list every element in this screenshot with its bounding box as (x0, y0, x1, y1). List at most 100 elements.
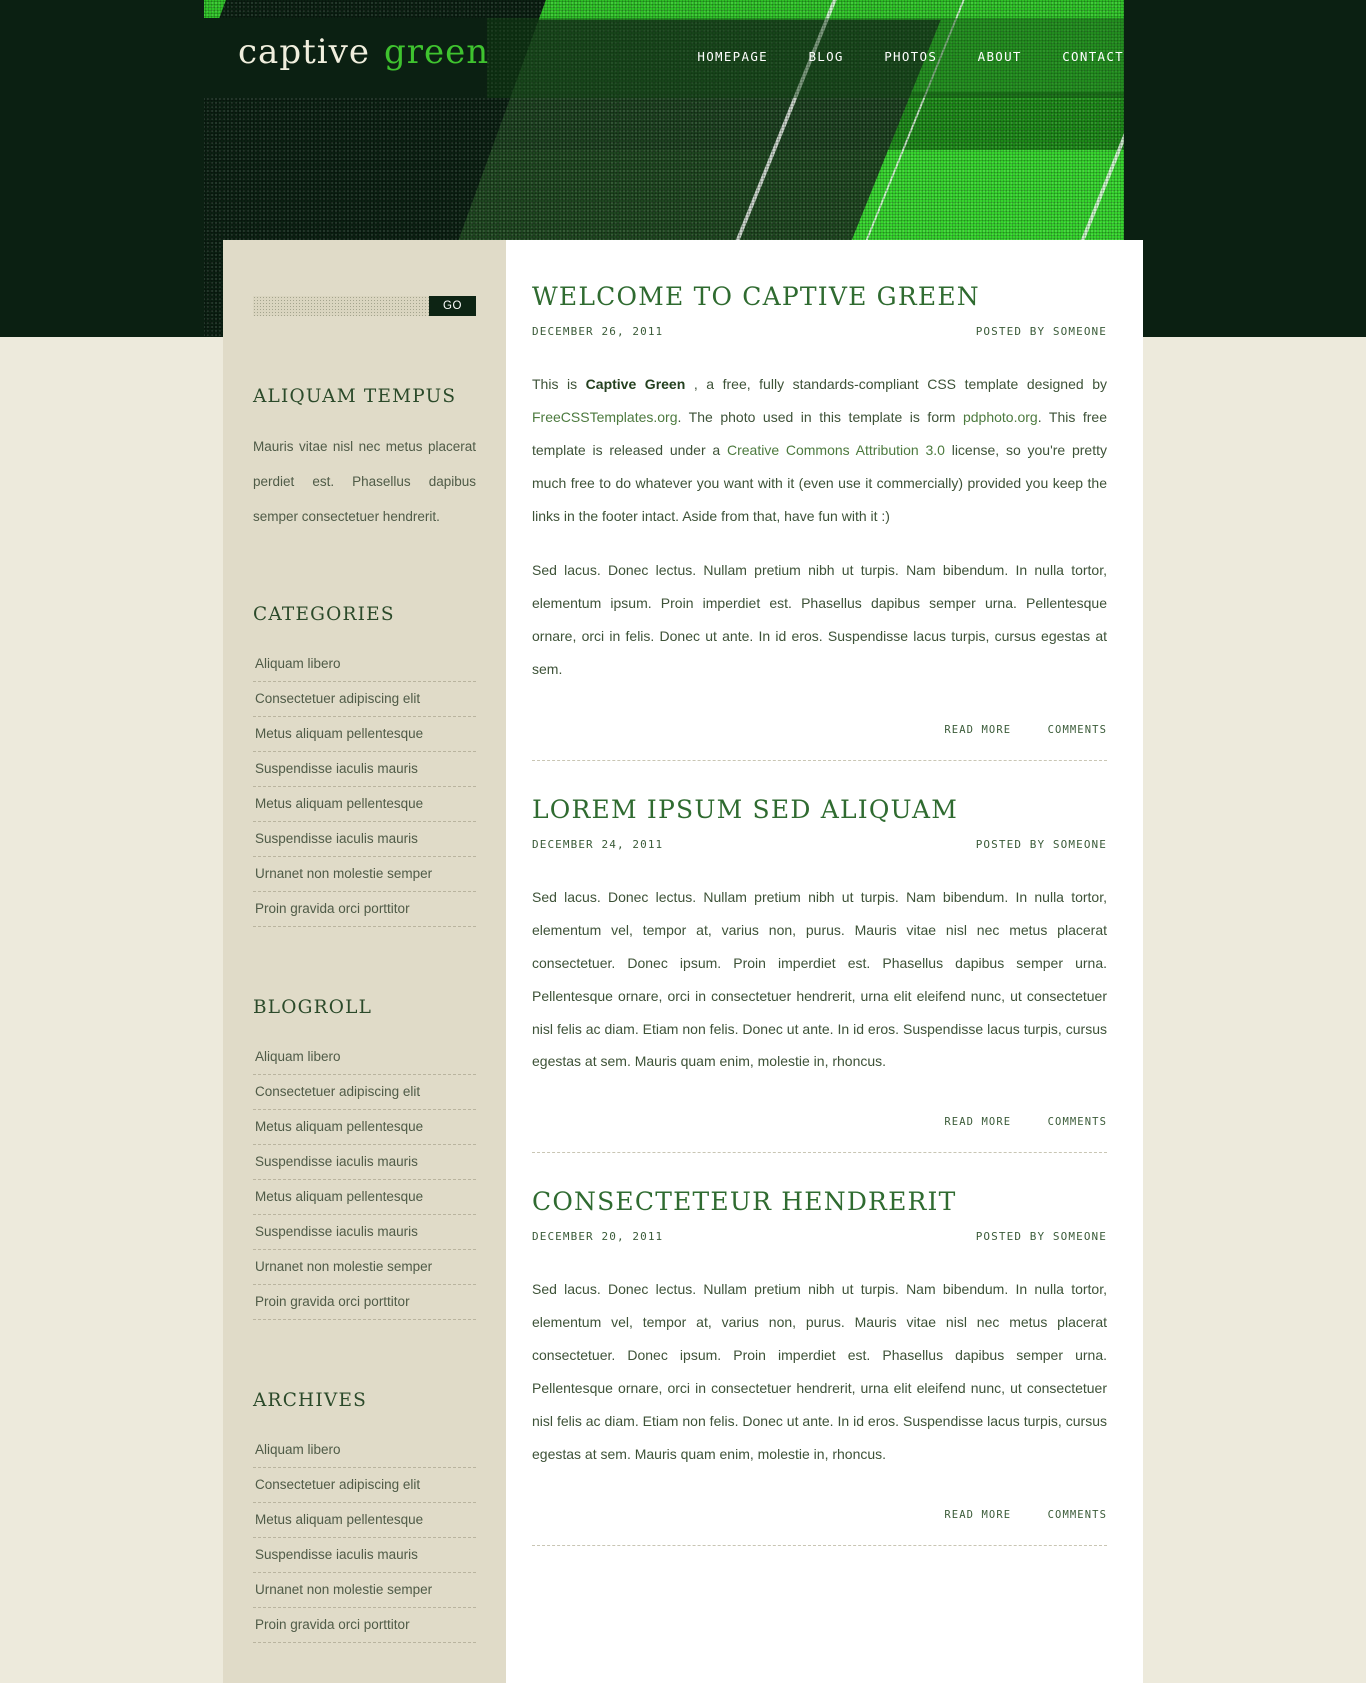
logo-word-captive: captive (238, 32, 370, 72)
list-item[interactable]: Consectetuer adipiscing elit (253, 682, 476, 718)
list-item[interactable]: Consectetuer adipiscing elit (253, 1075, 476, 1111)
sidebar-link[interactable]: Consectetuer adipiscing elit (253, 1468, 476, 1504)
sidebar-link[interactable]: Suspendisse iaculis mauris (253, 1215, 476, 1251)
post-author: Posted by someone (975, 838, 1107, 852)
blog-post: Consecteteur Hendrerit December 20, 2011… (532, 1187, 1107, 1522)
nav-item-blog[interactable]: Blog (808, 49, 843, 64)
comments-link[interactable]: Comments (1048, 1116, 1107, 1128)
post-date: December 24, 2011 (532, 838, 664, 852)
sidebar-link[interactable]: Urnanet non molestie semper (253, 857, 476, 893)
nav-item-contact[interactable]: Contact (1062, 49, 1124, 64)
search-go-button[interactable]: GO (429, 296, 476, 316)
site-logo[interactable]: captive green (238, 32, 489, 72)
read-more-link[interactable]: Read more (944, 724, 1011, 736)
list-item[interactable]: Metus aliquam pellentesque (253, 1180, 476, 1216)
sidebar-link[interactable]: Metus aliquam pellentesque (253, 787, 476, 823)
list-item[interactable]: Aliquam libero (253, 1040, 476, 1076)
sidebar-link[interactable]: Suspendisse iaculis mauris (253, 822, 476, 858)
sidebar-link[interactable]: Aliquam libero (253, 1040, 476, 1076)
sidebar-link[interactable]: Suspendisse iaculis mauris (253, 752, 476, 788)
sidebar-heading-blogroll: Blogroll (253, 997, 373, 1019)
post-meta: December 20, 2011 Posted by someone (532, 1230, 1107, 1243)
list-item[interactable]: Suspendisse iaculis mauris (253, 1215, 476, 1251)
sidebar-heading-archives: Archives (253, 1390, 368, 1412)
sidebar-heading-categories: Categories (253, 604, 395, 626)
post-author: Posted by someone (975, 325, 1107, 338)
sidebar-heading-aliquam-tempus: Aliquam Tempus (253, 386, 457, 407)
list-item[interactable]: Metus aliquam pellentesque (253, 717, 476, 753)
post-separator (532, 1152, 1107, 1154)
post-links: Read more Comments (532, 1112, 1107, 1130)
list-item[interactable]: Proin gravida orci porttitor (253, 1608, 476, 1644)
list-item[interactable]: Metus aliquam pellentesque (253, 787, 476, 823)
list-item[interactable]: Proin gravida orci porttitor (253, 1285, 476, 1321)
list-item[interactable]: Aliquam libero (253, 647, 476, 683)
sidebar-link[interactable]: Metus aliquam pellentesque (253, 1503, 476, 1539)
list-item[interactable]: Aliquam libero (253, 1433, 476, 1469)
sidebar-link[interactable]: Proin gravida orci porttitor (253, 1608, 476, 1644)
post-paragraph: Sed lacus. Donec lectus. Nullam pretium … (532, 562, 1107, 678)
content-area: Welcome to Captive Green December 26, 20… (506, 240, 1143, 1683)
sidebar-link[interactable]: Metus aliquam pellentesque (253, 1180, 476, 1216)
sidebar-link[interactable]: Urnanet non molestie semper (253, 1250, 476, 1286)
sidebar: GO Aliquam Tempus Mauris vitae nisl nec … (223, 240, 506, 1683)
post-separator (532, 760, 1107, 762)
read-more-link[interactable]: Read more (944, 1116, 1011, 1128)
logo-word-green: green (383, 32, 490, 72)
post-title: Welcome to Captive Green (532, 282, 980, 311)
sidebar-link[interactable]: Metus aliquam pellentesque (253, 717, 476, 753)
list-item[interactable]: Metus aliquam pellentesque (253, 1503, 476, 1539)
sidebar-list-archives: Aliquam libero Consectetuer adipiscing e… (253, 1433, 476, 1644)
list-item[interactable]: Suspendisse iaculis mauris (253, 822, 476, 858)
post-body: Sed lacus. Donec lectus. Nullam pretium … (532, 1273, 1107, 1470)
post-links: Read more Comments (532, 1505, 1107, 1523)
post-date: December 20, 2011 (532, 1230, 664, 1244)
list-item[interactable]: Consectetuer adipiscing elit (253, 1468, 476, 1504)
blog-post: Lorem Ipsum Sed Aliquam December 24, 201… (532, 795, 1107, 1130)
sidebar-link[interactable]: Urnanet non molestie semper (253, 1573, 476, 1609)
post-author: Posted by someone (975, 1230, 1107, 1244)
nav-item-photos[interactable]: Photos (884, 49, 937, 64)
sidebar-link[interactable]: Metus aliquam pellentesque (253, 1110, 476, 1146)
list-item[interactable]: Proin gravida orci porttitor (253, 892, 476, 928)
post-title: Lorem Ipsum Sed Aliquam (532, 795, 959, 825)
sidebar-link[interactable]: Proin gravida orci porttitor (253, 892, 476, 928)
post-paragraph: Sed lacus. Donec lectus. Nullam pretium … (532, 1281, 1107, 1462)
sidebar-link[interactable]: Proin gravida orci porttitor (253, 1285, 476, 1321)
comments-link[interactable]: Comments (1048, 724, 1107, 736)
post-body: This is Captive Green , a free, fully st… (532, 368, 1107, 686)
post-body: Sed lacus. Donec lectus. Nullam pretium … (532, 881, 1107, 1078)
list-item[interactable]: Urnanet non molestie semper (253, 1573, 476, 1609)
nav-item-about[interactable]: About (978, 49, 1022, 64)
post-separator (532, 1544, 1107, 1546)
comments-link[interactable]: Comments (1048, 1509, 1107, 1521)
list-item[interactable]: Suspendisse iaculis mauris (253, 1145, 476, 1181)
read-more-link[interactable]: Read more (944, 1509, 1011, 1521)
sidebar-link[interactable]: Suspendisse iaculis mauris (253, 1145, 476, 1181)
search-form[interactable]: GO (253, 296, 476, 316)
post-date: December 26, 2011 (532, 325, 664, 338)
list-item[interactable]: Metus aliquam pellentesque (253, 1110, 476, 1146)
post-meta: December 24, 2011 Posted by someone (532, 838, 1107, 851)
list-item[interactable]: Urnanet non molestie semper (253, 1250, 476, 1286)
list-item[interactable]: Suspendisse iaculis mauris (253, 752, 476, 788)
sidebar-link[interactable]: Consectetuer adipiscing elit (253, 1075, 476, 1111)
sidebar-blurb-text: Mauris vitae nisl nec metus placerat per… (253, 439, 476, 525)
sidebar-link[interactable]: Aliquam libero (253, 647, 476, 683)
sidebar-link[interactable]: Suspendisse iaculis mauris (253, 1538, 476, 1574)
post-paragraph: Sed lacus. Donec lectus. Nullam pretium … (532, 889, 1107, 1070)
list-item[interactable]: Urnanet non molestie semper (253, 857, 476, 893)
sidebar-list-blogroll: Aliquam libero Consectetuer adipiscing e… (253, 1040, 476, 1321)
sidebar-list-categories: Aliquam libero Consectetuer adipiscing e… (253, 647, 476, 928)
post-meta: December 26, 2011 Posted by someone (532, 325, 1107, 338)
page-container: GO Aliquam Tempus Mauris vitae nisl nec … (223, 240, 1143, 1683)
post-links: Read more Comments (532, 720, 1107, 738)
search-input[interactable] (253, 296, 429, 316)
main-navigation[interactable]: Homepage Blog Photos About Contact (697, 48, 1124, 66)
list-item[interactable]: Suspendisse iaculis mauris (253, 1538, 476, 1574)
sidebar-link[interactable]: Aliquam libero (253, 1433, 476, 1469)
nav-item-homepage[interactable]: Homepage (697, 49, 768, 64)
sidebar-link[interactable]: Consectetuer adipiscing elit (253, 682, 476, 718)
post-title: Consecteteur Hendrerit (532, 1187, 957, 1217)
post-paragraph: This is Captive Green , a free, fully st… (532, 376, 1107, 524)
